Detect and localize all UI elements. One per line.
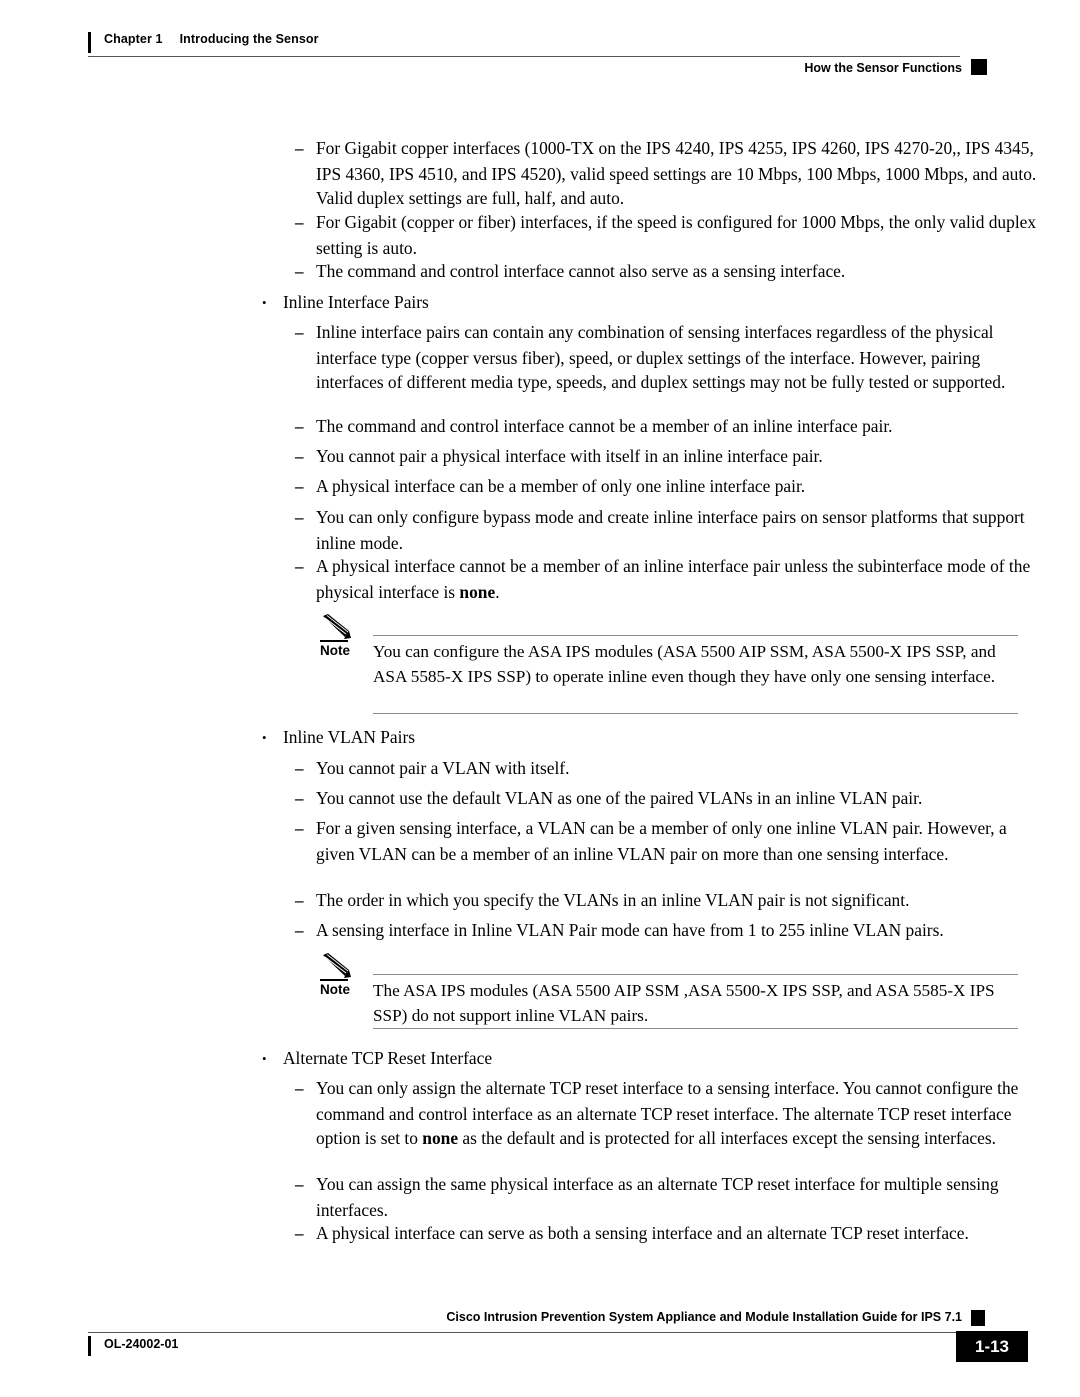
note-rule-top	[373, 974, 1018, 976]
dash-bullet-marker: –	[295, 508, 304, 527]
list-item-text: A physical interface can serve as both a…	[316, 1223, 969, 1243]
dash-bullet-marker: –	[295, 323, 304, 342]
list-item-heading: • Inline Interface Pairs	[262, 290, 1043, 315]
pencil-icon	[320, 614, 362, 644]
list-item-text: Inline Interface Pairs	[283, 292, 429, 312]
dash-bullet-marker: –	[295, 1224, 304, 1243]
list-item-text: A physical interface cannot be a member …	[316, 556, 1031, 602]
list-item: – You can only configure bypass mode and …	[295, 505, 1043, 555]
list-item: – You can only assign the alternate TCP r…	[295, 1076, 1043, 1151]
dash-bullet-marker: –	[295, 921, 304, 940]
list-item-text: Inline interface pairs can contain any c…	[316, 322, 1006, 393]
list-item-text: You can assign the same physical interfa…	[316, 1174, 999, 1220]
page-footer: Cisco Intrusion Prevention System Applia…	[0, 1310, 1080, 1380]
note-text: The ASA IPS modules (ASA 5500 AIP SSM ,A…	[373, 981, 995, 1025]
list-item-text: The command and control interface cannot…	[316, 416, 893, 436]
list-item: – A physical interface can serve as both …	[295, 1221, 1043, 1247]
list-item: – You cannot pair a VLAN with itself.	[295, 756, 1043, 782]
header-change-bar	[88, 32, 91, 53]
list-item-text: The command and control interface cannot…	[316, 261, 846, 281]
note-label: Note	[320, 982, 350, 997]
footer-guide-title: Cisco Intrusion Prevention System Applia…	[446, 1310, 962, 1324]
pencil-icon	[320, 953, 362, 983]
header-chapter-number: Chapter 1	[104, 32, 163, 46]
footer-document-id: OL-24002-01	[104, 1337, 179, 1351]
note-rule-bottom	[373, 713, 1018, 715]
header-section-title: How the Sensor Functions	[804, 61, 962, 75]
header-rule	[88, 56, 960, 58]
footer-tab-marker	[971, 1310, 985, 1326]
list-item-text: The order in which you specify the VLANs…	[316, 890, 910, 910]
footer-rule	[88, 1332, 960, 1334]
header-chapter-title: Introducing the Sensor	[179, 32, 319, 46]
list-item-text: For Gigabit (copper or fiber) interfaces…	[316, 212, 1037, 258]
round-bullet-marker: •	[262, 1050, 267, 1066]
note-rule-bottom	[373, 1028, 1018, 1030]
list-item-bold-term: none	[422, 1128, 459, 1149]
dash-bullet-marker: –	[295, 262, 304, 281]
note-rule-top	[373, 635, 1018, 637]
round-bullet-marker: •	[262, 294, 267, 310]
list-item: – The command and control interface canno…	[295, 414, 1043, 440]
dash-bullet-marker: –	[295, 891, 304, 910]
dash-bullet-marker: –	[295, 1079, 304, 1098]
list-item-text-end: .	[495, 581, 500, 602]
list-item-text: A physical interface can be a member of …	[316, 476, 806, 496]
dash-bullet-marker: –	[295, 477, 304, 496]
dash-bullet-marker: –	[295, 417, 304, 436]
list-item-text: You cannot use the default VLAN as one o…	[316, 788, 923, 808]
round-bullet-marker: •	[262, 729, 267, 745]
dash-bullet-marker: –	[295, 759, 304, 778]
list-item: – You cannot pair a physical interface wi…	[295, 444, 1043, 470]
note-text: You can configure the ASA IPS modules (A…	[373, 642, 996, 686]
list-item-text: You can only configure bypass mode and c…	[316, 507, 1025, 553]
list-item: – A sensing interface in Inline VLAN Pair…	[295, 918, 1043, 944]
list-item-text: For Gigabit copper interfaces (1000-TX o…	[316, 138, 1037, 209]
dash-bullet-marker: –	[295, 1175, 304, 1194]
list-item-text: You cannot pair a physical interface wit…	[316, 446, 823, 466]
list-item-text-end: as the default and is protected for all …	[458, 1128, 996, 1149]
page-number-badge: 1-13	[956, 1331, 1028, 1362]
list-item-text: Alternate TCP Reset Interface	[283, 1048, 493, 1068]
list-item: – The command and control interface canno…	[295, 259, 1043, 285]
dash-bullet-marker: –	[295, 213, 304, 232]
header-tab-marker	[971, 59, 987, 75]
dash-bullet-marker: –	[295, 139, 304, 158]
header-chapter: Chapter 1 Introducing the Sensor	[104, 32, 319, 46]
dash-bullet-marker: –	[295, 819, 304, 838]
list-item-text: A sensing interface in Inline VLAN Pair …	[316, 920, 944, 940]
list-item: – A physical interface cannot be a member…	[295, 554, 1043, 604]
list-item: – For Gigabit (copper or fiber) interface…	[295, 210, 1043, 260]
list-item-text: You cannot pair a VLAN with itself.	[316, 758, 570, 778]
list-item-bold-term: none	[459, 581, 496, 602]
list-item: – You cannot use the default VLAN as one …	[295, 786, 1043, 812]
list-item-heading: • Inline VLAN Pairs	[262, 725, 1043, 750]
page-header: Chapter 1 Introducing the Sensor How the …	[0, 30, 1080, 82]
list-item-heading: • Alternate TCP Reset Interface	[262, 1046, 1043, 1071]
list-item: – For Gigabit copper interfaces (1000-TX …	[295, 136, 1043, 211]
dash-bullet-marker: –	[295, 789, 304, 808]
list-item-text: For a given sensing interface, a VLAN ca…	[316, 818, 1007, 864]
list-item: – A physical interface can be a member of…	[295, 474, 1043, 500]
list-item: – The order in which you specify the VLAN…	[295, 888, 1043, 914]
list-item-text: Inline VLAN Pairs	[283, 727, 416, 747]
dash-bullet-marker: –	[295, 447, 304, 466]
footer-change-bar	[88, 1336, 91, 1356]
list-item: – For a given sensing interface, a VLAN c…	[295, 816, 1043, 866]
list-item: – You can assign the same physical interf…	[295, 1172, 1043, 1222]
note-label: Note	[320, 643, 350, 658]
dash-bullet-marker: –	[295, 557, 304, 576]
list-item: – Inline interface pairs can contain any …	[295, 320, 1043, 395]
